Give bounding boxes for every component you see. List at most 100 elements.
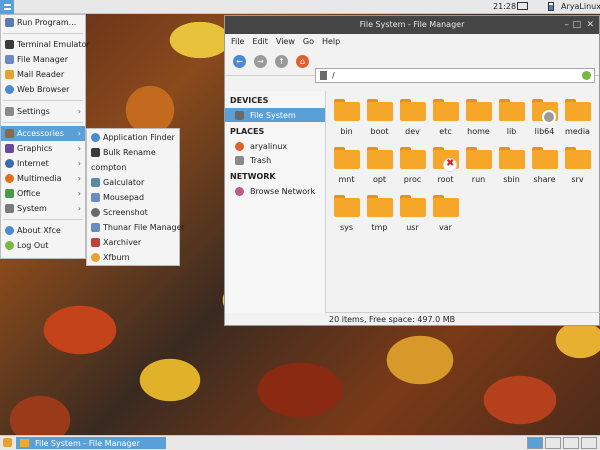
home-icon: ⌂ [299,57,306,66]
menu-item-terminal-emulator[interactable]: Terminal Emulator [1,37,90,52]
menu-go[interactable]: Go [303,37,314,46]
maximize-icon[interactable]: □ [572,16,581,34]
file-item-mnt[interactable]: mnt [330,147,363,191]
menu-item-screenshot[interactable]: Screenshot [87,205,179,220]
file-item-proc[interactable]: proc [396,147,429,191]
folder-icon [532,147,558,169]
folder-icon [433,99,459,121]
menu-item-file-manager[interactable]: File Manager [1,52,85,67]
menu-item-about-xfce[interactable]: About Xfce [1,223,85,238]
menu-edit[interactable]: Edit [252,37,268,46]
menu-item-system[interactable]: System › [1,201,85,216]
file-item-opt[interactable]: opt [363,147,396,191]
workspace-3[interactable] [563,437,579,449]
menu-view[interactable]: View [276,37,295,46]
menu-file[interactable]: File [231,37,244,46]
menu-item-internet[interactable]: Internet › [1,156,85,171]
file-item-home[interactable]: home [462,99,495,143]
menu-item-mail-reader[interactable]: Mail Reader [1,67,85,82]
menu-item-xfburn[interactable]: Xfburn [87,250,179,265]
menu-item-thunar-file-manager[interactable]: Thunar File Manager [87,220,185,235]
home-icon [235,141,244,151]
go-icon[interactable] [582,71,591,80]
file-item-bin[interactable]: bin [330,99,363,143]
file-item-lib[interactable]: lib [495,99,528,143]
network-icon [235,186,244,196]
taskbar-item-file-manager[interactable]: File System - File Manager [16,437,166,449]
folder-icon [433,195,459,217]
sidebar-item-trash[interactable]: Trash [225,153,325,167]
file-item-tmp[interactable]: tmp [363,195,396,239]
folder-icon [466,147,492,169]
file-item-share[interactable]: share [528,147,561,191]
sidebar-item-file-system[interactable]: File System [225,108,325,122]
office-icon [5,189,14,198]
minimize-icon[interactable]: – [565,16,570,34]
menu-item-compton[interactable]: compton [87,160,179,175]
run-icon [5,18,14,27]
workspace-4[interactable] [581,437,597,449]
web-browser-icon [5,85,14,94]
menu-item-multimedia[interactable]: Multimedia › [1,171,85,186]
file-item-root[interactable]: root [429,147,462,191]
window-titlebar[interactable]: File System - File Manager – □ ✕ [225,16,599,34]
no-access-icon [443,158,457,172]
chevron-right-icon: › [77,174,81,183]
menu-item-mousepad[interactable]: Mousepad [87,190,179,205]
sidebar: DEVICES File System PLACES aryalinux Tra… [225,91,326,313]
menu-item-settings[interactable]: Settings › [1,104,85,119]
file-item-boot[interactable]: boot [363,99,396,143]
thunar-icon [91,223,100,232]
user-name[interactable]: AryaLinux [561,2,600,11]
file-item-var[interactable]: var [429,195,462,239]
file-item-run[interactable]: run [462,147,495,191]
menu-help[interactable]: Help [322,37,340,46]
menu-item-web-browser[interactable]: Web Browser [1,82,85,97]
applications-menu-button[interactable] [0,0,14,14]
applications-menu: Run Program... Terminal Emulator File Ma… [0,14,90,259]
file-item-sbin[interactable]: sbin [495,147,528,191]
file-item-srv[interactable]: srv [561,147,594,191]
xfburn-icon [91,253,100,262]
display-icon[interactable] [517,2,528,10]
sidebar-header-devices: DEVICES [230,96,269,105]
menu-item-log-out[interactable]: Log Out [1,238,85,253]
menu-item-galculator[interactable]: Galculator [87,175,179,190]
file-item-dev[interactable]: dev [396,99,429,143]
accessories-icon [5,129,14,138]
file-item-lib64[interactable]: lib64 [528,99,561,143]
file-item-usr[interactable]: usr [396,195,429,239]
close-icon[interactable]: ✕ [586,16,594,34]
clock[interactable]: 21:28 [493,2,516,11]
workspace-1[interactable] [527,437,543,449]
menu-item-office[interactable]: Office › [1,186,85,201]
menu-item-xarchiver[interactable]: Xarchiver [87,235,179,250]
menu-icon [3,3,11,10]
sidebar-item-home[interactable]: aryalinux [225,139,325,153]
file-item-sys[interactable]: sys [330,195,363,239]
file-item-media[interactable]: media [561,99,594,143]
menu-item-bulk-rename[interactable]: Bulk Rename [87,145,179,160]
menu-item-accessories[interactable]: Accessories › [1,126,85,141]
menu-item-application-finder[interactable]: Application Finder [87,130,179,145]
folder-icon [367,195,393,217]
back-button[interactable]: ← [233,55,246,68]
workspace-2[interactable] [545,437,561,449]
sidebar-item-browse-network[interactable]: Browse Network [225,184,325,198]
folder-icon [20,439,29,447]
bottom-panel: File System - File Manager [0,435,600,450]
home-button[interactable]: ⌂ [296,55,309,68]
menu-item-run-program[interactable]: Run Program... [1,15,85,30]
mail-icon [5,70,14,79]
arrow-up-icon: ↑ [278,57,285,66]
file-name: srv [571,175,584,184]
forward-button[interactable]: → [254,55,267,68]
separator [3,122,83,123]
location-bar[interactable]: / [315,68,595,83]
battery-icon[interactable] [548,2,554,11]
accessories-submenu: Application Finder Bulk Rename compton G… [86,128,185,266]
up-button[interactable]: ↑ [275,55,288,68]
app-icon[interactable] [3,438,12,447]
menu-item-graphics[interactable]: Graphics › [1,141,85,156]
file-item-etc[interactable]: etc [429,99,462,143]
